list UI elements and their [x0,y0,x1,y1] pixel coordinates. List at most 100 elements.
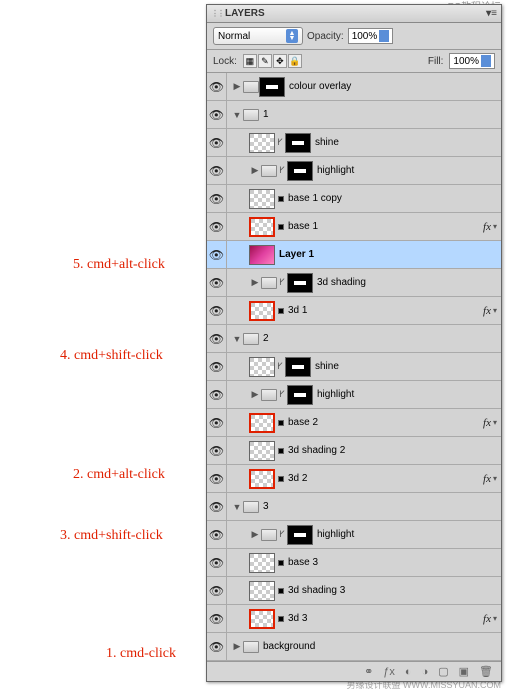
disclosure-icon[interactable]: ▶ [231,81,243,92]
visibility-toggle[interactable]: 👁 [207,465,227,492]
layer-name[interactable]: 3d 3 [284,613,483,624]
layer-row[interactable]: 👁▼1 [207,101,501,129]
layer-row[interactable]: 👁 Layer 1 [207,241,501,269]
mask-thumbnail[interactable] [287,273,313,293]
visibility-toggle[interactable]: 👁 [207,381,227,408]
layer-name[interactable]: 3d shading [313,277,501,288]
visibility-toggle[interactable]: 👁 [207,521,227,548]
layer-name[interactable]: colour overlay [285,81,501,92]
fx-expand-icon[interactable]: ▾ [493,614,501,623]
new-layer-icon[interactable]: ▣ [459,665,469,678]
visibility-toggle[interactable]: 👁 [207,269,227,296]
layer-thumbnail[interactable] [259,77,285,97]
fx-expand-icon[interactable]: ▾ [493,474,501,483]
layer-thumbnail[interactable] [249,441,275,461]
new-group-icon[interactable]: ▢ [438,665,448,678]
visibility-toggle[interactable]: 👁 [207,353,227,380]
layer-row[interactable]: 👁 ▶ colour overlay [207,73,501,101]
layer-mask-icon[interactable]: ◐ [405,666,412,678]
layer-row[interactable]: 👁 base 1 copy [207,185,501,213]
disclosure-icon[interactable]: ▶ [231,641,243,652]
layer-row[interactable]: 👁base 1fx▾ [207,213,501,241]
disclosure-icon[interactable]: ▼ [231,502,243,512]
layer-thumbnail[interactable] [249,357,275,377]
disclosure-icon[interactable]: ▶ [249,165,261,176]
layer-name[interactable]: highlight [313,529,501,540]
visibility-toggle[interactable]: 👁 [207,577,227,604]
layer-name[interactable]: 3d shading 3 [284,585,501,596]
blend-mode-select[interactable]: Normal ▲▼ [213,27,303,45]
disclosure-icon[interactable]: ▼ [231,334,243,344]
visibility-toggle[interactable]: 👁 [207,241,227,268]
fx-expand-icon[interactable]: ▾ [493,306,501,315]
layer-thumbnail[interactable] [249,217,275,237]
layer-thumbnail[interactable] [249,133,275,153]
layer-name[interactable]: shine [311,361,501,372]
visibility-toggle[interactable]: 👁 [207,73,227,100]
layer-row[interactable]: 👁▶𐌖highlight [207,157,501,185]
layer-name[interactable]: highlight [313,165,501,176]
layer-thumbnail[interactable] [249,301,275,321]
layer-name[interactable]: 2 [259,333,501,344]
layer-name[interactable]: base 1 [284,221,483,232]
lock-transparency-icon[interactable]: ▦ [243,54,257,68]
layer-row[interactable]: 👁 ▶ background [207,633,501,661]
visibility-toggle[interactable]: 👁 [207,325,227,352]
layer-name[interactable]: Layer 1 [275,249,501,260]
visibility-toggle[interactable]: 👁 [207,549,227,576]
layer-thumbnail[interactable] [249,245,275,265]
layer-thumbnail[interactable] [249,553,275,573]
disclosure-icon[interactable]: ▼ [231,110,243,120]
adjustment-icon[interactable]: ◑ [422,666,429,678]
layer-row[interactable]: 👁▶𐌖3d shading [207,269,501,297]
layer-style-icon[interactable]: ƒx [383,666,395,678]
layer-name[interactable]: highlight [313,389,501,400]
layer-thumbnail[interactable] [249,609,275,629]
layer-thumbnail[interactable] [249,469,275,489]
fx-expand-icon[interactable]: ▾ [493,222,501,231]
fx-badge[interactable]: fx [483,613,493,625]
layer-thumbnail[interactable] [249,189,275,209]
disclosure-icon[interactable]: ▶ [249,529,261,540]
layer-row[interactable]: 👁3d shading 2 [207,437,501,465]
mask-thumbnail[interactable] [285,133,311,153]
visibility-toggle[interactable]: 👁 [207,493,227,520]
panel-menu-icon[interactable]: ▾≡ [486,8,497,19]
link-layers-icon[interactable]: ⚭ [364,665,373,678]
opacity-input[interactable]: 100% [348,28,394,44]
visibility-toggle[interactable]: 👁 [207,185,227,212]
trash-icon[interactable]: 🗑 [479,665,493,678]
layer-name[interactable]: background [259,641,501,652]
layer-row[interactable]: 👁 3d 2fx▾ [207,465,501,493]
layer-name[interactable]: base 3 [284,557,501,568]
layer-name[interactable]: 3 [259,501,501,512]
layer-name[interactable]: base 1 copy [284,193,501,204]
mask-thumbnail[interactable] [287,161,313,181]
fill-input[interactable]: 100% [449,53,495,69]
fx-badge[interactable]: fx [483,473,493,485]
layer-row[interactable]: 👁𐌖shine [207,353,501,381]
visibility-toggle[interactable]: 👁 [207,129,227,156]
layer-row[interactable]: 👁▶𐌖highlight [207,521,501,549]
layer-row[interactable]: 👁 ▼ 2 [207,325,501,353]
layer-name[interactable]: 3d 2 [284,473,483,484]
fx-expand-icon[interactable]: ▾ [493,418,501,427]
lock-position-icon[interactable]: ✥ [273,54,287,68]
layer-thumbnail[interactable] [249,581,275,601]
visibility-toggle[interactable]: 👁 [207,633,227,660]
visibility-toggle[interactable]: 👁 [207,297,227,324]
disclosure-icon[interactable]: ▶ [249,277,261,288]
visibility-toggle[interactable]: 👁 [207,101,227,128]
layer-row[interactable]: 👁base 2fx▾ [207,409,501,437]
layer-row[interactable]: 👁3d 1fx▾ [207,297,501,325]
layer-name[interactable]: base 2 [284,417,483,428]
lock-pixels-icon[interactable]: ✎ [258,54,272,68]
layer-row[interactable]: 👁 3d shading 3 [207,577,501,605]
layer-thumbnail[interactable] [249,413,275,433]
lock-all-icon[interactable]: 🔒 [288,54,302,68]
mask-thumbnail[interactable] [287,385,313,405]
visibility-toggle[interactable]: 👁 [207,605,227,632]
fx-badge[interactable]: fx [483,305,493,317]
layer-name[interactable]: shine [311,137,501,148]
visibility-toggle[interactable]: 👁 [207,437,227,464]
